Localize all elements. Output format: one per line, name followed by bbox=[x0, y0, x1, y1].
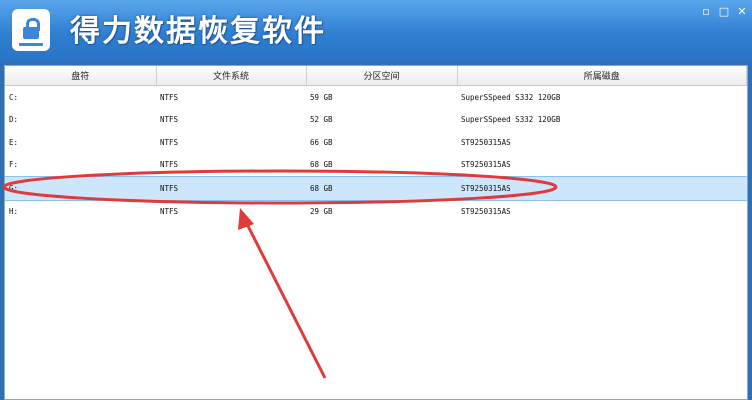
cell-disk: ST9250315AS bbox=[461, 160, 511, 170]
close-icon[interactable]: ✕ bbox=[736, 6, 748, 18]
maximize-icon[interactable]: □ bbox=[718, 6, 730, 18]
cell-disk: ST9250315AS bbox=[461, 207, 511, 217]
partition-table: 盘符 文件系统 分区空间 所属磁盘 C: NTFS 59 GB SuperSSp… bbox=[5, 66, 747, 223]
cell-drive: H: bbox=[9, 207, 19, 217]
cell-disk: ST9250315AS bbox=[461, 137, 511, 147]
cell-disk: SuperSSpeed S332 120GB bbox=[461, 115, 561, 125]
cell-size: 59 GB bbox=[310, 92, 333, 102]
table-row[interactable]: C: NTFS 59 GB SuperSSpeed S332 120GB bbox=[5, 86, 747, 109]
column-header-drive[interactable]: 盘符 bbox=[5, 66, 157, 86]
table-header-row: 盘符 文件系统 分区空间 所属磁盘 bbox=[5, 66, 747, 86]
cell-size: 66 GB bbox=[310, 137, 333, 147]
cell-disk: SuperSSpeed S332 120GB bbox=[461, 92, 561, 102]
partition-list-panel: 盘符 文件系统 分区空间 所属磁盘 C: NTFS 59 GB SuperSSp… bbox=[4, 65, 748, 400]
cell-drive: D: bbox=[9, 115, 19, 125]
cell-drive: F: bbox=[9, 160, 19, 170]
cell-drive: C: bbox=[9, 92, 19, 102]
table-row[interactable]: F: NTFS 68 GB ST9250315AS bbox=[5, 154, 747, 177]
app-title: 得力数据恢复软件 bbox=[70, 14, 326, 49]
column-header-filesystem[interactable]: 文件系统 bbox=[156, 66, 307, 86]
cell-drive: G: bbox=[5, 176, 156, 201]
column-header-size[interactable]: 分区空间 bbox=[306, 66, 458, 86]
table-row[interactable]: E: NTFS 66 GB ST9250315AS bbox=[5, 131, 747, 154]
table-row[interactable]: H: NTFS 29 GB ST9250315AS bbox=[5, 200, 747, 223]
column-header-disk[interactable]: 所属磁盘 bbox=[457, 66, 747, 86]
cell-filesystem: NTFS bbox=[160, 92, 179, 102]
cell-filesystem: NTFS bbox=[160, 137, 179, 147]
title-bar: 得力数据恢复软件 ▫ □ ✕ bbox=[0, 0, 752, 62]
cell-filesystem: NTFS bbox=[156, 176, 306, 201]
table-row[interactable]: D: NTFS 52 GB SuperSSpeed S332 120GB bbox=[5, 109, 747, 132]
cell-disk: ST9250315AS bbox=[457, 176, 747, 201]
cell-size: 68 GB bbox=[306, 176, 457, 201]
cell-filesystem: NTFS bbox=[160, 207, 179, 217]
table-row-selected[interactable]: G: NTFS 68 GB ST9250315AS bbox=[5, 176, 747, 201]
window-controls: ▫ □ ✕ bbox=[700, 6, 748, 18]
cell-filesystem: NTFS bbox=[160, 160, 179, 170]
cell-filesystem: NTFS bbox=[160, 115, 179, 125]
cell-size: 29 GB bbox=[310, 207, 333, 217]
cell-size: 52 GB bbox=[310, 115, 333, 125]
app-logo-icon bbox=[12, 9, 50, 51]
cell-drive: E: bbox=[9, 137, 19, 147]
cell-size: 68 GB bbox=[310, 160, 333, 170]
minimize-icon[interactable]: ▫ bbox=[700, 6, 712, 18]
